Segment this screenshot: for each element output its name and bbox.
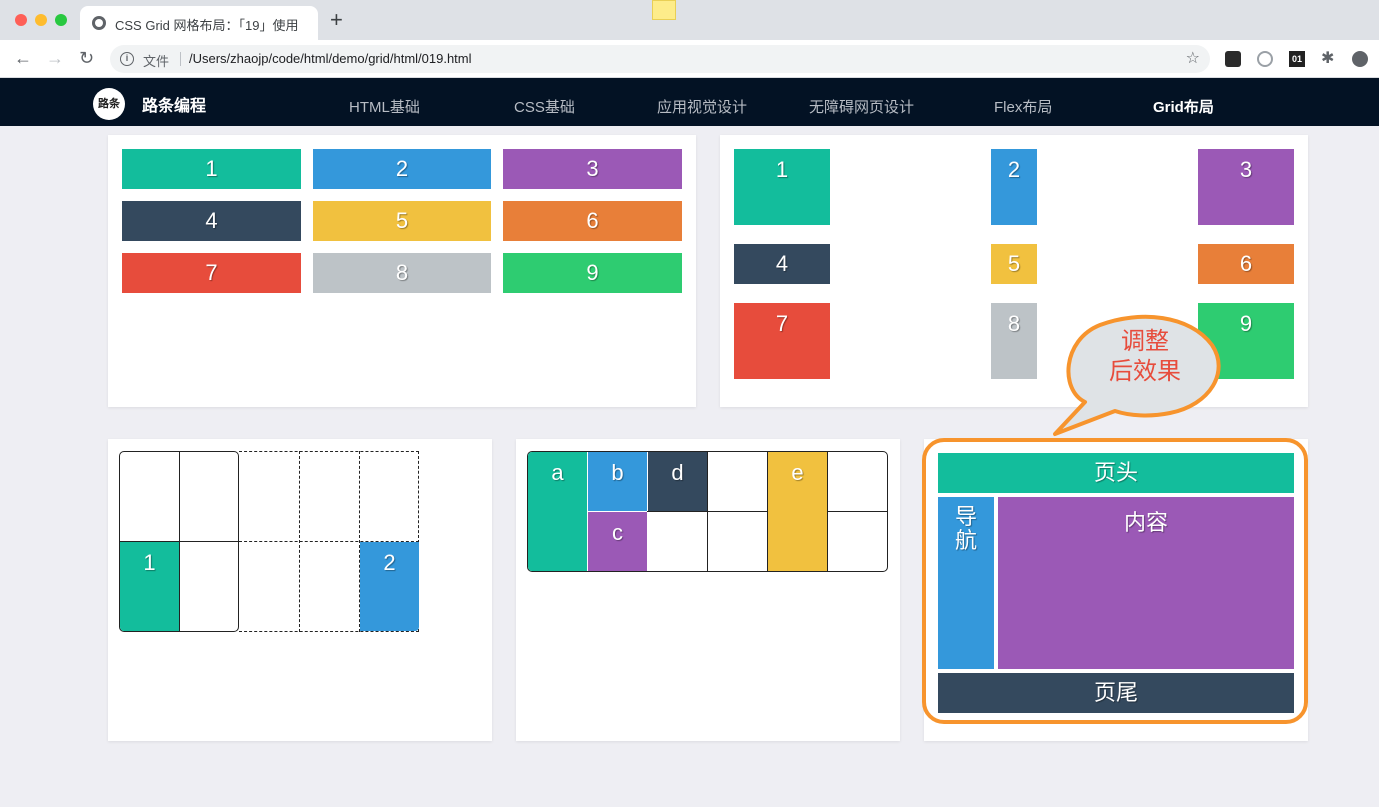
grid-item: 2 [313, 149, 491, 189]
info-icon[interactable]: i [120, 52, 134, 66]
grid-line [827, 452, 828, 571]
back-arrow-icon[interactable]: ← [14, 47, 32, 69]
sync-extension-icon[interactable] [1257, 51, 1273, 67]
grid-container: a b d e c [527, 451, 888, 572]
sticky-note-icon [652, 0, 676, 20]
grid-item: 9 [503, 253, 682, 293]
grid-item: 3 [1198, 149, 1294, 225]
grid-item: b [588, 452, 647, 511]
grid-item: 3 [503, 149, 682, 189]
globe-icon [92, 16, 106, 30]
bookmark-star-icon[interactable]: ☆ [1186, 48, 1200, 68]
grid-item: 4 [734, 244, 830, 284]
browser-tab[interactable]: CSS Grid 网格布局：「19」使用 [80, 6, 318, 40]
demo-panel-1: 1 2 3 4 5 6 7 8 9 [108, 135, 696, 407]
extension-01-icon[interactable]: 01 [1289, 51, 1305, 67]
demo-panel-4: a b d e c [516, 439, 900, 741]
browser-tab-bar: CSS Grid 网格布局：「19」使用 + [0, 0, 1379, 40]
callout-line-1: 调整 [1121, 328, 1169, 355]
grid-item: a [528, 452, 587, 571]
grid-item: 5 [991, 244, 1037, 284]
nav-link-accessibility[interactable]: 无障碍网页设计 [809, 96, 914, 117]
tab-title: CSS Grid 网格布局：「19」使用 [115, 18, 299, 33]
omnibox-divider [180, 52, 181, 66]
callout-line-2: 后效果 [1109, 358, 1181, 385]
grid-item: e [768, 452, 827, 571]
grid-item: 4 [122, 201, 301, 241]
address-bar[interactable]: i 文件 /Users/zhaojp/code/html/demo/grid/h… [110, 45, 1210, 73]
nav-link-flex[interactable]: Flex布局 [994, 96, 1052, 117]
site-logo[interactable]: 路条 [93, 88, 125, 120]
close-window-button[interactable] [15, 14, 27, 26]
reload-icon[interactable]: ↻ [79, 47, 94, 69]
nav-link-visual[interactable]: 应用视觉设计 [657, 96, 747, 117]
grid-item: 8 [313, 253, 491, 293]
browser-toolbar: ← → ↻ i 文件 /Users/zhaojp/code/html/demo/… [0, 40, 1379, 78]
demo-panel-3: 1 2 [108, 439, 492, 741]
site-brand[interactable]: 路条编程 [142, 92, 206, 116]
new-tab-button[interactable]: + [330, 6, 343, 34]
grid-item: 2 [360, 542, 419, 631]
minimize-window-button[interactable] [35, 14, 47, 26]
grid-item: 1 [120, 542, 179, 631]
nav-link-html[interactable]: HTML基础 [349, 96, 420, 117]
url-text[interactable]: /Users/zhaojp/code/html/demo/grid/html/0… [189, 51, 472, 66]
site-nav-bar: 路条 路条编程 HTML基础 CSS基础 应用视觉设计 无障碍网页设计 Flex… [0, 78, 1379, 126]
grid-item: 5 [313, 201, 491, 241]
grid-line [707, 452, 708, 571]
nav-link-css[interactable]: CSS基础 [514, 96, 575, 117]
grid-item: 8 [991, 303, 1037, 379]
puzzle-icon[interactable]: ✱ [1321, 51, 1337, 67]
grid-item: 6 [503, 201, 682, 241]
grid-item: c [588, 512, 647, 571]
grid-item: 6 [1198, 244, 1294, 284]
grid-item: 7 [734, 303, 830, 379]
highlight-frame [922, 438, 1308, 724]
security-label: 文件 [143, 54, 170, 69]
zoom-window-button[interactable] [55, 14, 67, 26]
nav-link-grid[interactable]: Grid布局 [1153, 96, 1214, 117]
grid-item: 1 [122, 149, 301, 189]
grid-item: 1 [734, 149, 830, 225]
profile-avatar-icon[interactable] [1352, 51, 1368, 67]
grid-item: 7 [122, 253, 301, 293]
forward-arrow-icon[interactable]: → [46, 47, 64, 69]
grid-item: d [648, 452, 707, 511]
extension-icon[interactable] [1225, 51, 1241, 67]
grid-item: 2 [991, 149, 1037, 225]
